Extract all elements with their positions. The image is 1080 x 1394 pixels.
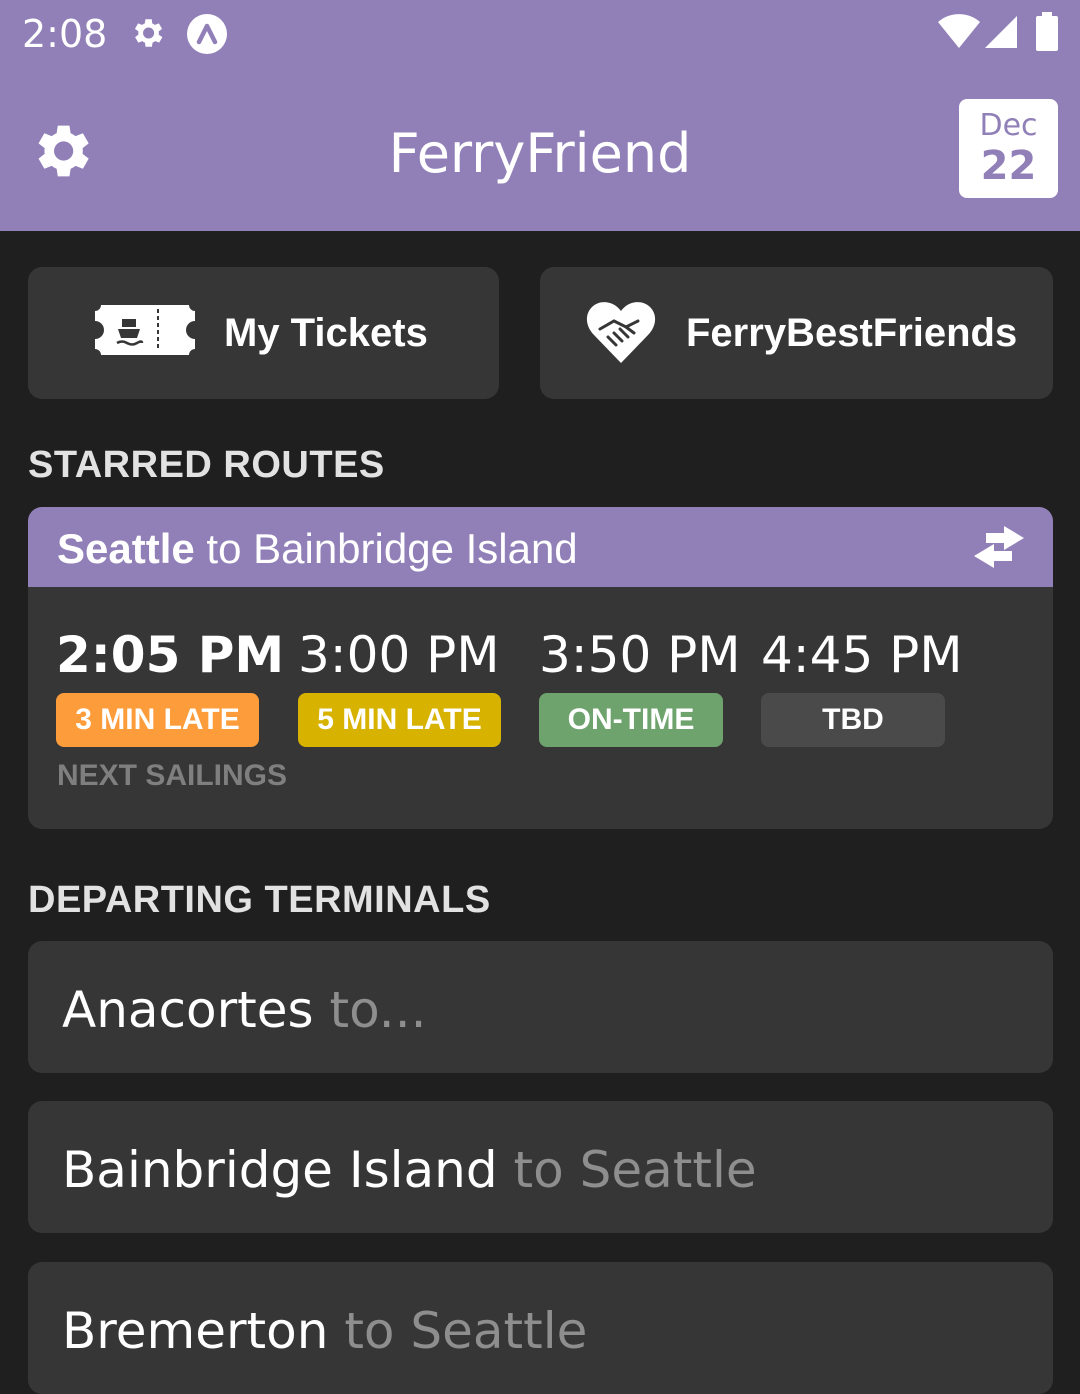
sailing-time: 3:00 PM	[298, 626, 500, 684]
wifi-icon	[938, 14, 980, 48]
route-from: Seattle	[57, 525, 195, 572]
route-to: Bainbridge Island	[253, 525, 578, 572]
sailing-2[interactable]: 3:00 PM	[298, 625, 499, 685]
ticket-icon	[95, 305, 195, 355]
app-header: FerryFriend Dec 22	[0, 70, 1080, 231]
status-badge: 3 MIN LATE	[56, 693, 259, 747]
date-badge[interactable]: Dec 22	[959, 99, 1058, 198]
route-connector: to	[194, 525, 254, 572]
status-badge: TBD	[761, 693, 945, 747]
departing-terminals-heading: DEPARTING TERMINALS	[28, 879, 491, 921]
date-month: Dec	[979, 108, 1038, 143]
status-badge: 5 MIN LATE	[298, 693, 501, 747]
handshake-heart-icon	[586, 302, 656, 363]
terminal-text: Bremerton to Seattle	[62, 1302, 587, 1360]
terminal-destination: to...	[313, 981, 427, 1039]
terminal-destination: to Seattle	[497, 1141, 757, 1199]
my-tickets-label: My Tickets	[224, 311, 428, 355]
date-day: 22	[980, 143, 1037, 189]
next-sailings-label: NEXT SAILINGS	[57, 759, 288, 792]
starred-route-card[interactable]: Seattle to Bainbridge Island 2:05 PM 3 M…	[28, 507, 1053, 829]
terminal-item-bremerton[interactable]: Bremerton to Seattle	[28, 1262, 1053, 1394]
ferry-best-friends-label: FerryBestFriends	[686, 311, 1018, 355]
terminal-item-bainbridge-island[interactable]: Bainbridge Island to Seattle	[28, 1101, 1053, 1233]
app-notification-icon	[187, 14, 227, 54]
sailing-1[interactable]: 2:05 PM	[56, 625, 284, 685]
battery-icon	[1036, 12, 1058, 51]
terminal-name: Bremerton	[62, 1302, 329, 1360]
terminal-text: Bainbridge Island to Seattle	[62, 1141, 757, 1199]
terminal-name: Anacortes	[62, 981, 314, 1039]
sailing-time: 3:50 PM	[539, 626, 741, 684]
terminal-item-anacortes[interactable]: Anacortes to...	[28, 941, 1053, 1073]
app-title: FerryFriend	[388, 122, 692, 185]
route-title: Seattle to Bainbridge Island	[57, 525, 578, 573]
terminal-text: Anacortes to...	[62, 981, 426, 1039]
gear-icon	[134, 19, 163, 47]
sailing-3[interactable]: 3:50 PM	[539, 625, 740, 685]
signal-icon	[985, 16, 1017, 48]
terminal-destination: to Seattle	[328, 1302, 588, 1360]
status-badge: ON-TIME	[539, 693, 723, 747]
terminal-name: Bainbridge Island	[62, 1141, 498, 1199]
status-bar: 2:08	[0, 0, 1080, 70]
ferry-best-friends-button[interactable]: FerryBestFriends	[540, 267, 1053, 399]
sailing-time: 2:05 PM	[56, 626, 285, 684]
sailing-time: 4:45 PM	[761, 626, 963, 684]
starred-routes-heading: STARRED ROUTES	[28, 444, 385, 486]
sailing-4[interactable]: 4:45 PM	[761, 625, 962, 685]
my-tickets-button[interactable]: My Tickets	[28, 267, 499, 399]
swap-arrows-icon[interactable]	[970, 524, 1028, 570]
status-time: 2:08	[22, 12, 108, 56]
route-header[interactable]: Seattle to Bainbridge Island	[28, 507, 1053, 587]
